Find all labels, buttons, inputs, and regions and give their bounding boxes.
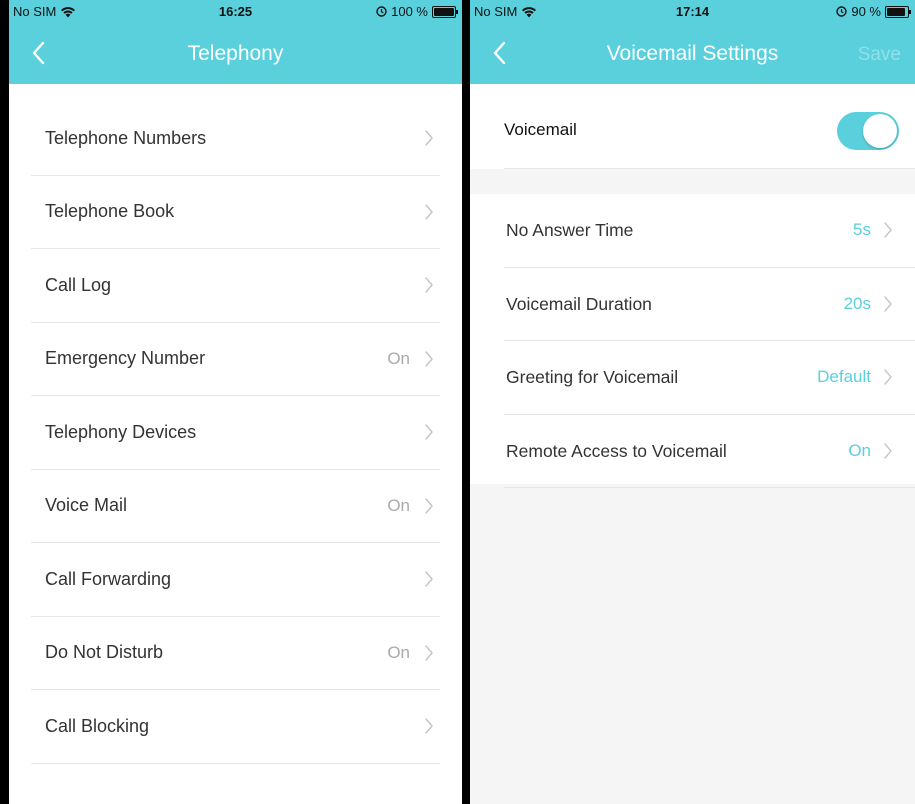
chevron-right-icon — [425, 277, 433, 293]
telephony-screen: No SIM 16:25 100 % Telephony Telephone N… — [9, 0, 462, 804]
chevron-right-icon — [425, 203, 433, 220]
chevron-right-icon — [425, 644, 433, 661]
voicemail-setting-row[interactable]: Remote Access to Voicemail On — [504, 415, 915, 488]
battery-text: 100 % — [391, 4, 428, 19]
telephony-menu-item[interactable]: Call Forwarding — [31, 543, 440, 617]
voicemail-toggle[interactable] — [837, 112, 899, 150]
page-title: Telephony — [187, 42, 284, 65]
chevron-right-icon — [425, 497, 433, 514]
menu-item-label: Call Log — [45, 274, 112, 295]
menu-item-value: On — [387, 642, 410, 662]
setting-label: No Answer Time — [506, 220, 634, 240]
toggle-knob — [863, 114, 897, 148]
setting-value: Default — [817, 367, 871, 386]
chevron-right-icon — [425, 718, 433, 734]
voicemail-settings-screen: No SIM 17:14 90 % Voicemail Settings Sav… — [470, 0, 915, 804]
menu-item-label: Call Forwarding — [45, 568, 172, 589]
telephony-menu-item[interactable]: Call Log — [31, 249, 440, 323]
voicemail-setting-row[interactable]: No Answer Time 5s — [504, 194, 915, 268]
telephony-menu-item[interactable]: Voice Mail On — [31, 470, 440, 543]
telephony-menu-item[interactable]: Do Not Disturb On — [31, 617, 440, 690]
alarm-icon — [836, 6, 848, 17]
chevron-right-icon — [884, 222, 892, 238]
menu-item-label: Telephone Numbers — [45, 127, 207, 148]
divider — [504, 168, 915, 169]
setting-label: Remote Access to Voicemail — [506, 440, 727, 461]
menu-item-label: Voice Mail — [45, 495, 128, 516]
setting-value: 20s — [843, 293, 871, 313]
menu-item-value: On — [387, 495, 410, 515]
telephony-menu-item[interactable]: Telephony Devices — [31, 396, 440, 470]
voicemail-settings-list: No Answer Time 5s Voicemail Duration 20s Gre… — [470, 194, 915, 488]
voicemail-toggle-row: Voicemail — [470, 84, 915, 169]
page-title: Voicemail Settings — [606, 42, 779, 65]
alarm-icon — [376, 6, 387, 17]
menu-item-label: Telephony Devices — [45, 421, 197, 442]
voicemail-label: Voicemail — [504, 120, 577, 139]
nav-bar: Telephony — [9, 22, 462, 84]
telephony-menu-item[interactable]: Telephone Numbers — [31, 102, 440, 176]
status-bar: No SIM 16:25 100 % — [9, 0, 462, 22]
voicemail-setting-row[interactable]: Greeting for Voicemail Default — [504, 341, 915, 415]
chevron-right-icon — [884, 369, 892, 385]
battery-icon — [885, 5, 911, 18]
nav-bar: Voicemail Settings Save — [470, 22, 915, 84]
telephony-menu-item[interactable]: Call Blocking — [31, 690, 440, 764]
menu-item-label: Do Not Disturb — [45, 642, 164, 663]
battery-text: 90 % — [851, 4, 881, 19]
setting-value: On — [848, 440, 871, 460]
telephony-menu-list: Telephone Numbers Telephone Book Call Log E… — [31, 102, 440, 764]
setting-value: 5s — [853, 220, 871, 239]
chevron-right-icon — [425, 350, 433, 367]
save-button[interactable]: Save — [858, 44, 901, 66]
chevron-right-icon — [425, 571, 433, 587]
chevron-right-icon — [425, 424, 433, 440]
menu-item-value: On — [387, 348, 410, 368]
menu-item-label: Emergency Number — [45, 348, 206, 369]
setting-label: Voicemail Duration — [506, 293, 652, 314]
menu-item-label: Call Blocking — [45, 715, 150, 736]
setting-label: Greeting for Voicemail — [506, 367, 679, 387]
status-bar: No SIM 17:14 90 % — [470, 0, 915, 22]
chevron-right-icon — [884, 442, 892, 459]
menu-item-label: Telephone Book — [45, 201, 175, 222]
voicemail-setting-row[interactable]: Voicemail Duration 20s — [504, 268, 915, 341]
chevron-right-icon — [425, 130, 433, 146]
telephony-menu-item[interactable]: Telephone Book — [31, 176, 440, 249]
chevron-right-icon — [884, 295, 892, 312]
telephony-menu-item[interactable]: Emergency Number On — [31, 323, 440, 396]
battery-icon — [432, 5, 458, 18]
